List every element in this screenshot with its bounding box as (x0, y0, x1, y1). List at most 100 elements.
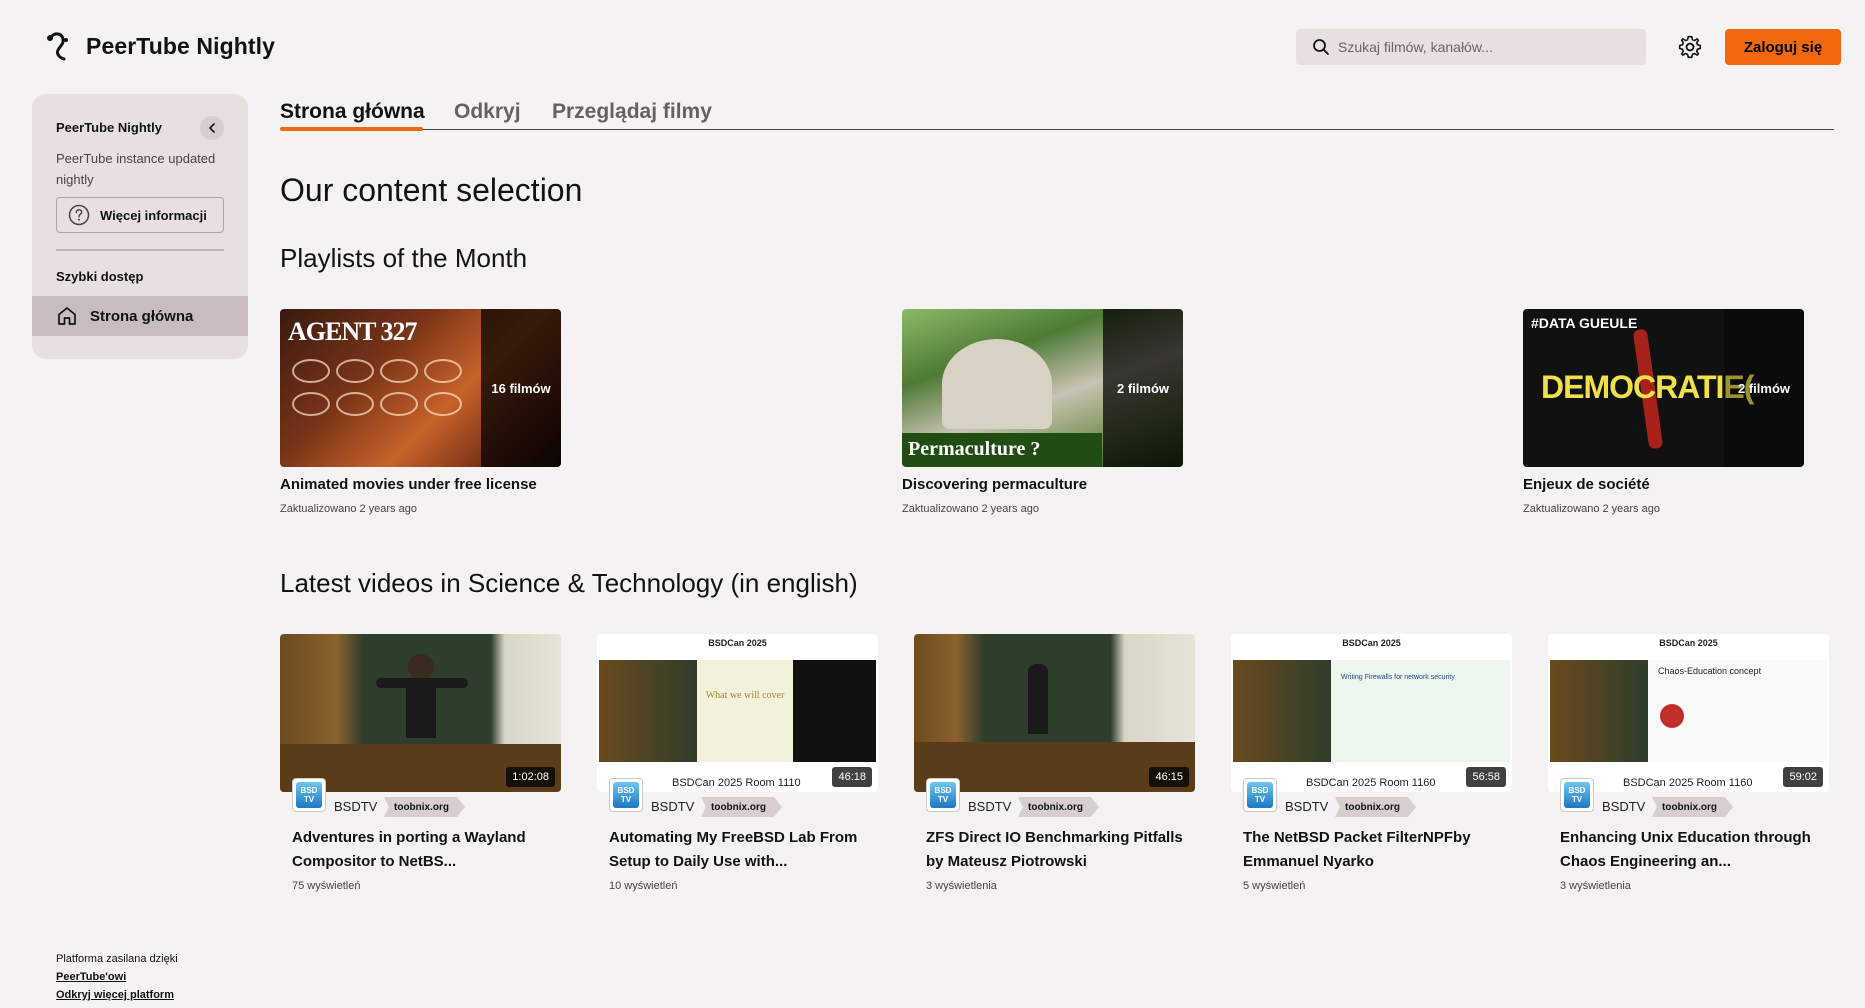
channel-name[interactable]: BSDTV (651, 799, 694, 814)
video-views: 3 wyświetlenia (1560, 880, 1631, 892)
slide-text: What we will cover (697, 660, 793, 762)
active-tab-indicator (280, 127, 423, 131)
peertube-link[interactable]: PeerTube'owi (56, 968, 178, 986)
gear-icon[interactable] (1677, 34, 1703, 60)
more-info-button[interactable]: Więcej informacji (56, 197, 224, 233)
footer: Platforma zasilana dzięki PeerTube'owi O… (56, 950, 178, 1004)
thumbnail-title-text: AGENT 327 (288, 317, 417, 346)
login-button[interactable]: Zaloguj się (1725, 29, 1841, 65)
video-title[interactable]: Adventures in porting a Wayland Composit… (292, 826, 554, 874)
bsdtv-logo: BSD TV (1564, 782, 1590, 808)
peertube-logo-icon[interactable] (44, 30, 74, 62)
speaker-graphic (408, 654, 434, 680)
slide-header: BSDCan 2025 (708, 638, 767, 648)
playlist-card[interactable]: AGENT 327 16 filmów Animated movies unde… (280, 309, 561, 515)
tab-home[interactable]: Strona główna (280, 100, 425, 124)
video-channel-row: BSD TV BSDTV toobnix.org (280, 778, 561, 822)
sidebar-item-home[interactable]: Strona główna (32, 296, 248, 336)
thumbnail-title-text: Permaculture ? (908, 438, 1041, 460)
discover-platforms-link[interactable]: Odkryj więcej platform (56, 986, 178, 1004)
sidebar-instance-title: PeerTube Nightly (56, 120, 162, 135)
speaker-body-graphic (406, 678, 436, 738)
playlist-updated: Zaktualizowano 2 years ago (280, 503, 417, 515)
tab-discover[interactable]: Odkryj (454, 100, 521, 124)
video-title[interactable]: Enhancing Unix Education through Chaos E… (1560, 826, 1822, 874)
sidebar: PeerTube Nightly PeerTube instance updat… (32, 94, 248, 359)
video-card[interactable]: BSDCan 2025 What we will cover BSDCan 20… (597, 634, 878, 892)
video-duration: 46:15 (1149, 767, 1189, 787)
slide-header: BSDCan 2025 (1659, 638, 1718, 648)
host-badge: toobnix.org (1335, 797, 1416, 817)
video-card[interactable]: BSDCan 2025 Writing Firewalls for networ… (1231, 634, 1512, 892)
search-input[interactable] (1338, 29, 1638, 65)
host-badge: toobnix.org (384, 797, 465, 817)
video-card[interactable]: 1:02:08 BSD TV BSDTV toobnix.org Adventu… (280, 634, 561, 892)
powered-by-text: Platforma zasilana dzięki (56, 953, 178, 965)
videos-heading: Latest videos in Science & Technology (i… (280, 568, 858, 598)
video-thumbnail[interactable]: 46:15 (914, 634, 1195, 792)
slide-text: Writing Firewalls for network security (1331, 660, 1510, 762)
video-channel-row: BSD TV BSDTV toobnix.org (1231, 778, 1512, 822)
channel-name[interactable]: BSDTV (968, 799, 1011, 814)
chevron-left-icon (209, 123, 215, 133)
playlist-card[interactable]: #DATA GUEULE DEMOCRATIE( 2 filmów Enjeux… (1523, 309, 1804, 515)
video-room-label: BSDCan 2025 Room 1110 (672, 777, 801, 789)
channel-avatar[interactable]: BSD TV (1560, 778, 1594, 812)
site-title[interactable]: PeerTube Nightly (86, 33, 275, 60)
video-thumbnail[interactable]: BSDCan 2025 Chaos-Education concept BSDC… (1548, 634, 1829, 792)
channel-name[interactable]: BSDTV (1602, 799, 1645, 814)
sidebar-item-label: Strona główna (90, 307, 194, 325)
playlist-title[interactable]: Animated movies under free license (280, 476, 561, 493)
playlist-thumbnail[interactable]: Permaculture ? 2 filmów (902, 309, 1183, 467)
channel-avatar[interactable]: BSD TV (1243, 778, 1277, 812)
channel-avatar[interactable]: BSD TV (292, 778, 326, 812)
dome-house-graphic (942, 339, 1052, 429)
video-channel-row: BSD TV BSDTV toobnix.org (597, 778, 878, 822)
tab-browse-videos[interactable]: Przeglądaj filmy (552, 100, 712, 124)
speaker-video-inset (1550, 660, 1648, 762)
bsdtv-logo: BSD TV (296, 782, 322, 808)
video-title[interactable]: The NetBSD Packet FilterNPFby Emmanuel N… (1243, 826, 1505, 874)
playlist-video-count: 16 filmów (481, 309, 561, 467)
speaker-graphic (1028, 664, 1048, 734)
playlist-video-count: 2 filmów (1103, 309, 1183, 467)
video-thumbnail[interactable]: BSDCan 2025 Writing Firewalls for networ… (1231, 634, 1512, 792)
video-title[interactable]: Automating My FreeBSD Lab From Setup to … (609, 826, 871, 874)
slide-header: BSDCan 2025 (1342, 638, 1401, 648)
more-info-label: Więcej informacji (100, 207, 207, 223)
thumbnail-title-text: DEMOCRATIE( (1541, 369, 1754, 405)
search-bar[interactable] (1296, 29, 1646, 65)
sidebar-description: PeerTube instance updated nightly (56, 151, 216, 187)
playlist-card[interactable]: Permaculture ? 2 filmów Discovering perm… (902, 309, 1183, 515)
video-views: 5 wyświetleń (1243, 880, 1306, 892)
host-badge: toobnix.org (1018, 797, 1099, 817)
slide-diagram-graphic (1660, 704, 1684, 728)
playlist-thumbnail[interactable]: #DATA GUEULE DEMOCRATIE( 2 filmów (1523, 309, 1804, 467)
video-card[interactable]: BSDCan 2025 Chaos-Education concept BSDC… (1548, 634, 1829, 892)
video-thumbnail[interactable]: BSDCan 2025 What we will cover BSDCan 20… (597, 634, 878, 792)
video-title[interactable]: ZFS Direct IO Benchmarking Pitfalls by M… (926, 826, 1188, 874)
channel-avatar[interactable]: BSD TV (926, 778, 960, 812)
playlist-thumbnail[interactable]: AGENT 327 16 filmów (280, 309, 561, 467)
speaker-video-inset (599, 660, 697, 762)
channel-name[interactable]: BSDTV (334, 799, 377, 814)
playlist-title[interactable]: Discovering permaculture (902, 476, 1183, 493)
channel-avatar[interactable]: BSD TV (609, 778, 643, 812)
home-icon (58, 307, 76, 325)
host-badge: toobnix.org (1652, 797, 1733, 817)
playlist-updated: Zaktualizowano 2 years ago (1523, 503, 1660, 515)
bsdtv-logo: BSD TV (613, 782, 639, 808)
bsdtv-logo: BSD TV (930, 782, 956, 808)
sidebar-collapse-button[interactable] (200, 116, 224, 140)
video-views: 10 wyświetleń (609, 880, 678, 892)
video-room-label: BSDCan 2025 Room 1160 (1623, 777, 1753, 789)
video-channel-row: BSD TV BSDTV toobnix.org (914, 778, 1195, 822)
video-card[interactable]: 46:15 BSD TV BSDTV toobnix.org ZFS Direc… (914, 634, 1195, 892)
playlist-title[interactable]: Enjeux de société (1523, 476, 1804, 493)
sidebar-divider (56, 249, 224, 251)
video-thumbnail[interactable]: 1:02:08 (280, 634, 561, 792)
playlists-heading: Playlists of the Month (280, 243, 528, 273)
video-duration: 56:58 (1466, 767, 1506, 787)
channel-name[interactable]: BSDTV (1285, 799, 1328, 814)
thumbnail-tag-text: #DATA GUEULE (1531, 315, 1638, 331)
